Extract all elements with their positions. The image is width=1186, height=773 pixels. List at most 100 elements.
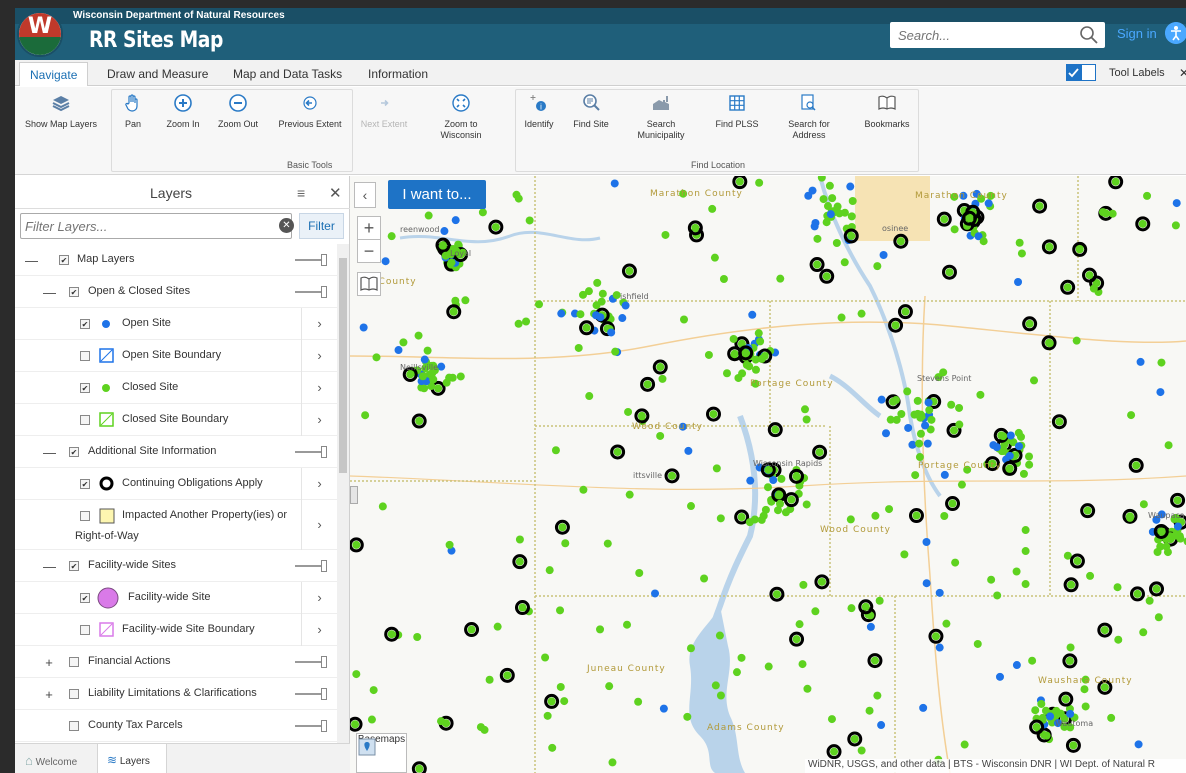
closed-site-marker[interactable] <box>1069 741 1078 750</box>
closed-site-marker[interactable] <box>857 746 866 755</box>
tab-welcome[interactable]: ⌂ Welcome <box>15 744 97 773</box>
layer-list-scrollbar[interactable] <box>337 244 349 743</box>
closed-site-marker[interactable] <box>399 338 408 347</box>
closed-site-marker[interactable] <box>857 309 866 318</box>
closed-site-marker[interactable] <box>833 202 842 211</box>
closed-site-marker[interactable] <box>576 310 585 319</box>
closed-site-marker[interactable] <box>801 405 810 414</box>
closed-site-marker[interactable] <box>1061 695 1070 704</box>
closed-site-marker[interactable] <box>1072 336 1081 345</box>
closed-site-marker[interactable] <box>1154 613 1163 622</box>
tab-map-and-data-tasks[interactable]: Map and Data Tasks <box>223 62 352 86</box>
closed-site-marker[interactable] <box>423 346 432 355</box>
closed-site-marker[interactable] <box>754 329 763 338</box>
closed-site-marker[interactable] <box>827 715 836 724</box>
closed-site-marker[interactable] <box>837 313 846 322</box>
closed-site-marker[interactable] <box>712 464 721 473</box>
closed-site-marker[interactable] <box>777 474 786 483</box>
closed-site-marker[interactable] <box>787 495 796 504</box>
closed-site-marker[interactable] <box>1145 596 1154 605</box>
closed-site-marker[interactable] <box>691 223 700 232</box>
tab-draw-and-measure[interactable]: Draw and Measure <box>97 62 218 86</box>
search-box[interactable] <box>890 22 1105 48</box>
map-zoom-in-button[interactable]: + <box>357 216 381 240</box>
closed-site-marker[interactable] <box>976 390 985 399</box>
layer-details-chevron[interactable]: › <box>301 404 337 436</box>
closed-site-marker[interactable] <box>1014 428 1023 437</box>
open-site-marker[interactable] <box>607 328 616 337</box>
layer-details-chevron[interactable]: › <box>301 582 337 614</box>
closed-site-marker[interactable] <box>861 602 870 611</box>
closed-site-marker[interactable] <box>1138 219 1147 228</box>
closed-site-marker[interactable] <box>1157 358 1166 367</box>
opacity-slider[interactable] <box>295 446 329 458</box>
closed-site-marker[interactable] <box>751 365 760 374</box>
closed-site-marker[interactable] <box>846 515 855 524</box>
closed-site-marker[interactable] <box>945 268 954 277</box>
closed-site-marker[interactable] <box>437 717 446 726</box>
closed-site-marker[interactable] <box>1017 249 1026 258</box>
closed-site-marker[interactable] <box>915 439 924 448</box>
closed-site-marker[interactable] <box>875 596 884 605</box>
collapse-panel-button[interactable]: ‹ <box>354 182 376 208</box>
closed-site-marker[interactable] <box>543 711 552 720</box>
closed-site-marker[interactable] <box>822 218 831 227</box>
zoom-in-button[interactable]: Zoom In <box>160 93 206 130</box>
zoom-out-button[interactable]: Zoom Out <box>212 93 264 130</box>
closed-site-marker[interactable] <box>686 644 695 653</box>
closed-site-marker[interactable] <box>1171 221 1180 230</box>
closed-site-marker[interactable] <box>987 575 996 584</box>
panel-close-icon[interactable]: ✕ <box>329 184 342 202</box>
open-site-marker[interactable] <box>1046 712 1055 721</box>
opacity-slider[interactable] <box>295 688 329 700</box>
closed-site-marker[interactable] <box>948 499 957 508</box>
closed-site-marker[interactable] <box>813 260 822 269</box>
closed-site-marker[interactable] <box>515 535 524 544</box>
closed-site-marker[interactable] <box>451 296 460 305</box>
open-site-marker[interactable] <box>651 589 660 598</box>
tool-labels-toggle[interactable] <box>1066 64 1096 81</box>
closed-site-marker[interactable] <box>950 225 959 234</box>
search-input[interactable] <box>890 22 1060 48</box>
filter-box[interactable]: ✕ <box>20 213 294 239</box>
layer-details-chevron[interactable]: › <box>301 340 337 372</box>
pan-button[interactable]: Pan <box>118 93 148 130</box>
closed-site-marker[interactable] <box>1055 417 1064 426</box>
closed-site-marker[interactable] <box>1157 527 1166 536</box>
closed-site-marker[interactable] <box>764 662 773 671</box>
search-icon[interactable] <box>1079 25 1099 45</box>
closed-site-marker[interactable] <box>737 513 746 522</box>
closed-site-marker[interactable] <box>596 625 605 634</box>
open-site-marker[interactable] <box>1134 740 1143 749</box>
open-site-marker[interactable] <box>924 398 933 407</box>
open-site-marker[interactable] <box>621 301 630 310</box>
open-site-marker[interactable] <box>451 216 460 225</box>
open-site-marker[interactable] <box>659 704 668 713</box>
filter-button[interactable]: Filter <box>299 213 344 239</box>
closed-site-marker[interactable] <box>637 411 646 420</box>
closed-site-marker[interactable] <box>1108 209 1117 218</box>
closed-site-marker[interactable] <box>493 622 502 631</box>
tab-layers[interactable]: ≋ Layers <box>97 744 167 773</box>
open-site-marker[interactable] <box>1006 431 1015 440</box>
panel-resize-grip[interactable] <box>350 486 358 504</box>
open-site-marker[interactable] <box>866 622 875 631</box>
closed-site-marker[interactable] <box>429 375 438 384</box>
closed-site-marker[interactable] <box>1143 191 1152 200</box>
closed-site-marker[interactable] <box>679 315 688 324</box>
closed-site-marker[interactable] <box>352 670 361 679</box>
closed-site-marker[interactable] <box>418 372 427 381</box>
closed-site-marker[interactable] <box>1021 580 1030 589</box>
show-map-layers-button[interactable]: Show Map Layers <box>21 93 101 130</box>
closed-site-marker[interactable] <box>1113 583 1122 592</box>
closed-site-marker[interactable] <box>447 258 456 267</box>
closed-site-marker[interactable] <box>1107 713 1116 722</box>
closed-site-marker[interactable] <box>873 691 882 700</box>
closed-site-marker[interactable] <box>579 290 588 299</box>
closed-site-marker[interactable] <box>1075 245 1084 254</box>
closed-site-marker[interactable] <box>1045 242 1054 251</box>
closed-site-marker[interactable] <box>1042 731 1051 740</box>
closed-site-marker[interactable] <box>535 300 544 309</box>
closed-site-marker[interactable] <box>556 682 565 691</box>
closed-site-marker[interactable] <box>547 697 556 706</box>
